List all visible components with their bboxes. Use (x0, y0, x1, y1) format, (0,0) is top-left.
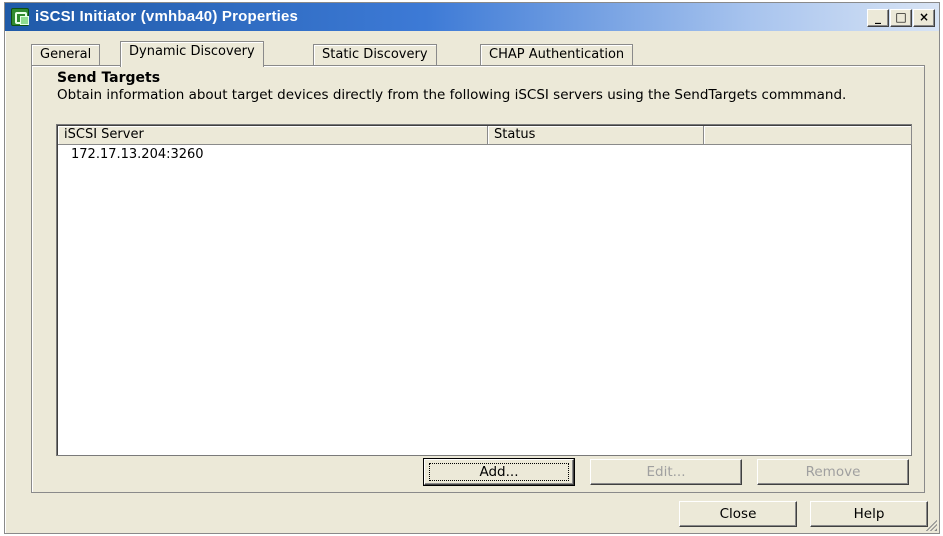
tab-static-discovery[interactable]: Static Discovery (313, 44, 437, 66)
iscsi-server-list[interactable]: iSCSI Server Status 172.17.13.204:3260 (56, 124, 912, 456)
edit-button[interactable]: Edit... (590, 459, 742, 485)
list-item[interactable]: 172.17.13.204:3260 (71, 147, 204, 163)
dynamic-discovery-panel: Send Targets Obtain information about ta… (31, 65, 925, 493)
tab-chap-authentication[interactable]: CHAP Authentication (480, 44, 634, 66)
resize-grip-icon[interactable] (923, 517, 937, 531)
title-bar[interactable]: iSCSI Initiator (vmhba40) Properties _ □… (5, 3, 939, 31)
focus-ring (429, 463, 569, 481)
add-button[interactable]: Add... (423, 458, 575, 486)
window-title: iSCSI Initiator (vmhba40) Properties (35, 8, 299, 25)
close-button[interactable]: Close (679, 501, 797, 527)
server-address: 172.17.13.204:3260 (71, 147, 204, 162)
tab-dynamic-discovery[interactable]: Dynamic Discovery (120, 41, 264, 67)
close-icon[interactable]: × (913, 9, 935, 27)
tab-general[interactable]: General (31, 44, 101, 66)
remove-button[interactable]: Remove (757, 459, 909, 485)
send-targets-heading: Send Targets (57, 70, 161, 86)
dialog-window: iSCSI Initiator (vmhba40) Properties _ □… (4, 2, 940, 534)
column-header-status[interactable]: Status (488, 126, 704, 145)
minimize-icon[interactable]: _ (867, 9, 889, 27)
send-targets-description: Obtain information about target devices … (57, 87, 847, 103)
list-header: iSCSI Server Status (58, 126, 912, 145)
iscsi-app-icon (11, 8, 29, 26)
maximize-icon[interactable]: □ (890, 9, 912, 27)
column-header-blank[interactable] (704, 126, 912, 145)
help-button[interactable]: Help (810, 501, 928, 527)
window-controls: _ □ × (867, 9, 935, 27)
column-header-iscsi-server[interactable]: iSCSI Server (58, 126, 488, 145)
